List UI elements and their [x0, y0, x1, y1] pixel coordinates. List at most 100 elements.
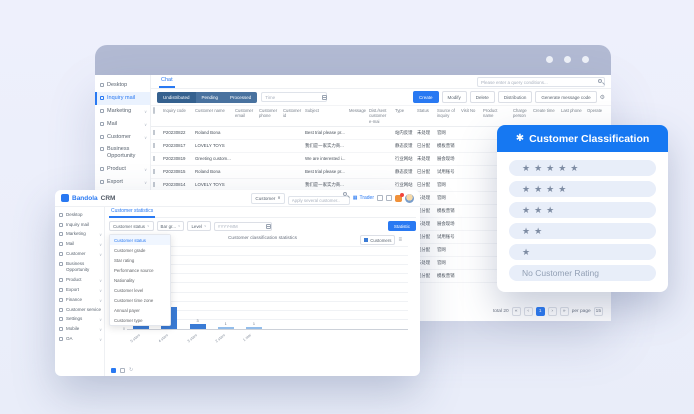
cw-sidebar-item-mail[interactable]: Mail∨ [55, 239, 104, 249]
dropdown-option-performance-source[interactable]: Performance source [110, 265, 170, 275]
customer-search-input[interactable] [288, 196, 350, 205]
cw-sidebar-item-business-opportunity[interactable]: Business Opportunity [55, 259, 104, 274]
cw-sidebar-item-inquiry-mail[interactable]: Inquiry mail [55, 220, 104, 230]
dropdown-option-customer-level[interactable]: Customer level [110, 285, 170, 295]
classification-dropdown: Customer statusCustomer gradeStar rating… [109, 234, 171, 326]
bar-1-star[interactable]: 1 [246, 327, 262, 329]
cw-sidebar-item-mobile[interactable]: Mobile∨ [55, 324, 104, 334]
cw-sidebar-item-oa[interactable]: OA∨ [55, 334, 104, 344]
rating-pill-1-stars[interactable]: ★ [509, 244, 656, 260]
browser-titlebar [95, 45, 611, 75]
checkbox[interactable] [153, 107, 155, 114]
cw-sidebar-item-settings[interactable]: Settings∨ [55, 314, 104, 324]
filter-customer-status[interactable]: Customer status∨ [109, 221, 154, 231]
sidebar-item-mail[interactable]: Mail∨ [95, 118, 150, 131]
main-toolbar: UndistributedPendingProcessed CreateModi… [151, 89, 611, 106]
sidebar-item-export[interactable]: Export∨ [95, 176, 150, 189]
legend-item-customers[interactable]: Customers [360, 235, 395, 245]
page-button-item[interactable]: « [512, 307, 521, 316]
checkbox[interactable] [153, 130, 155, 135]
bar-2-stars[interactable]: 1 [218, 327, 234, 329]
page-button-item[interactable]: › [548, 307, 557, 316]
refresh-icon[interactable]: ↻ [129, 367, 133, 373]
rating-pill-5-stars[interactable]: ★★★★★ [509, 160, 656, 176]
view-mode-active-icon[interactable] [111, 368, 116, 373]
cw-sidebar-item-marketing[interactable]: Marketing∨ [55, 229, 104, 239]
tab-customer-statistics[interactable]: Customer statistics [109, 207, 155, 218]
settings-icon [59, 317, 63, 321]
page-button-item[interactable]: » [560, 307, 569, 316]
sidebar-item-inquiry-mail[interactable]: Inquiry mail [95, 92, 150, 105]
date-filter-input[interactable] [214, 222, 272, 231]
checkbox[interactable] [153, 156, 155, 161]
mail-icon [59, 242, 63, 246]
trader-link[interactable]: ▦Trader [353, 195, 374, 201]
cw-sidebar-item-customer-service[interactable]: Customer service [55, 305, 104, 315]
hamburger-menu-icon[interactable]: ≡ [398, 237, 402, 243]
view-mode-icon[interactable] [120, 368, 125, 373]
statistic-button[interactable]: Statistic [388, 221, 416, 231]
dropdown-option-customer-grade[interactable]: Customer grade [110, 245, 170, 255]
dropdown-option-annual-payer[interactable]: Annual payer [110, 305, 170, 315]
tab-chat[interactable]: Chat [159, 75, 175, 88]
chevron-down-icon: ∨ [204, 224, 207, 228]
sidebar-item-marketing[interactable]: Marketing∨ [95, 105, 150, 118]
sidebar-item-label: Marketing [107, 108, 141, 115]
distribution-button[interactable]: Distribution [498, 91, 533, 103]
checkbox[interactable] [153, 143, 155, 148]
fullscreen-icon[interactable] [386, 195, 392, 201]
page-size-select[interactable]: 15 [594, 307, 603, 316]
sidebar-item-product[interactable]: Product∨ [95, 163, 150, 176]
apps-icon[interactable] [377, 195, 383, 201]
cell-status: 已分配 [415, 169, 435, 175]
dropdown-option-customer-type[interactable]: Customer type [110, 315, 170, 325]
dropdown-option-customer-status[interactable]: Customer status [110, 235, 170, 245]
segment-undistributed[interactable]: Undistributed [157, 92, 196, 103]
checkbox[interactable] [153, 169, 155, 174]
cw-sidebar-item-customer[interactable]: Customer∨ [55, 249, 104, 259]
settings-gear-icon[interactable]: ⚙ [600, 94, 605, 101]
rating-pill-4-stars[interactable]: ★★★★ [509, 181, 656, 197]
rating-pill-3-stars[interactable]: ★★★ [509, 202, 656, 218]
dropdown-option-customer-time-zone[interactable]: Customer time zone [110, 295, 170, 305]
checkbox[interactable] [153, 182, 155, 187]
sidebar-item-label: Settings [66, 316, 96, 322]
chevron-down-icon: ∨ [99, 232, 102, 237]
bar-value-label: 1 [253, 322, 255, 326]
cell-source-of-inquiry: 模板营销 [435, 273, 459, 279]
no-rating-pill[interactable]: No Customer Rating [509, 265, 656, 281]
bar-3-stars[interactable]: 3 [190, 324, 206, 329]
card-title: Customer Classification [529, 133, 649, 145]
notification-bell-icon[interactable] [395, 195, 402, 202]
filter-level[interactable]: Level∨ [187, 221, 210, 231]
cw-sidebar-item-desktop[interactable]: Desktop [55, 210, 104, 220]
modify-button[interactable]: Modify [442, 91, 467, 103]
page-button-1[interactable]: 1 [536, 307, 545, 316]
sidebar-item-business-opportunity[interactable]: Business Opportunity [95, 143, 150, 163]
export-icon [59, 288, 63, 292]
filter-bar-gr[interactable]: Bar gr...∨ [157, 221, 185, 231]
avatar[interactable] [405, 194, 414, 203]
rating-pill-2-stars[interactable]: ★★ [509, 223, 656, 239]
time-filter-input[interactable] [261, 92, 327, 102]
scope-select[interactable]: Customer∨ [251, 193, 284, 204]
chevron-down-icon: ∨ [99, 337, 102, 342]
generate-message-code-button[interactable]: Generate message code [535, 91, 596, 103]
sidebar-item-customer[interactable]: Customer∨ [95, 131, 150, 144]
oa-icon [59, 337, 63, 341]
query-search-input[interactable] [477, 77, 605, 87]
chevron-down-icon: ∨ [144, 167, 147, 172]
dropdown-option-nationality[interactable]: Nationality [110, 275, 170, 285]
dropdown-option-star-rating[interactable]: Star rating [110, 255, 170, 265]
cw-sidebar-item-finance[interactable]: Finance∨ [55, 295, 104, 305]
create-button[interactable]: Create [413, 91, 439, 103]
cw-sidebar-item-product[interactable]: Product∨ [55, 275, 104, 285]
finance-icon [59, 298, 63, 302]
segment-processed[interactable]: Processed [224, 92, 257, 103]
cw-sidebar-item-export[interactable]: Export∨ [55, 285, 104, 295]
sidebar-item-desktop[interactable]: Desktop [95, 79, 150, 92]
segment-pending[interactable]: Pending [196, 92, 225, 103]
delete-button[interactable]: Delete [470, 91, 495, 103]
chevron-down-icon: ∨ [99, 288, 102, 293]
page-button-item[interactable]: ‹ [524, 307, 533, 316]
